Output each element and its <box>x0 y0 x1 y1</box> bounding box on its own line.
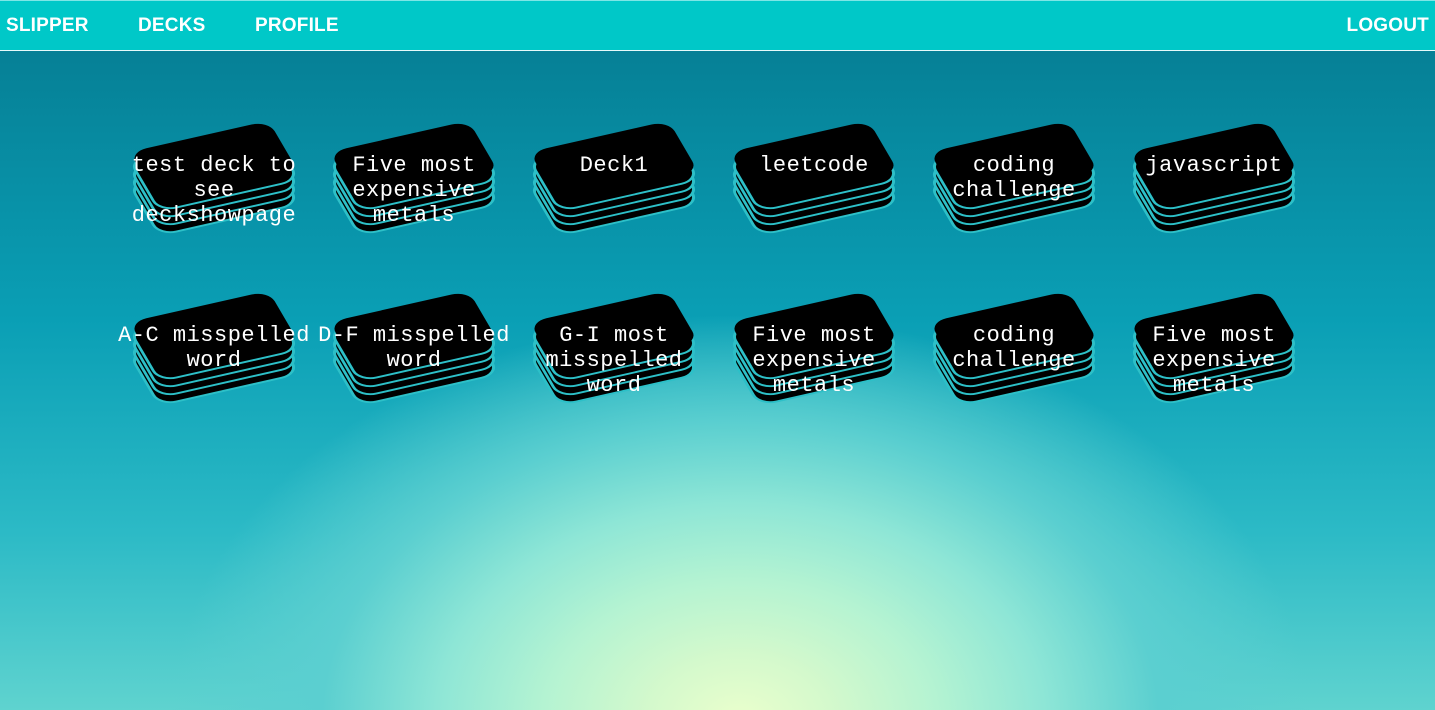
deck-title: javascript <box>1145 153 1283 178</box>
deck-title: coding challenge <box>952 323 1076 373</box>
deck-card[interactable]: javascript <box>1118 104 1310 254</box>
deck-card[interactable]: Five most expensive metals <box>318 104 510 254</box>
deck-title: coding challenge <box>952 153 1076 203</box>
deck-stack-icon <box>732 123 896 234</box>
deck-title: Five most expensive metals <box>1152 323 1276 398</box>
deck-grid: test deck to see deckshowpage Five most e… <box>0 0 1435 710</box>
deck-title: Five most expensive metals <box>352 153 476 228</box>
deck-card[interactable]: test deck to see deckshowpage <box>118 104 310 254</box>
deck-stack-icon <box>532 123 696 234</box>
deck-stack-icon <box>1132 123 1296 234</box>
deck-card[interactable]: coding challenge <box>918 274 1110 424</box>
deck-card[interactable]: G-I most misspelled word <box>518 274 710 424</box>
deck-title: Five most expensive metals <box>752 323 876 398</box>
deck-title: leetcode <box>759 153 869 178</box>
deck-card[interactable]: D-F misspelled word <box>318 274 510 424</box>
deck-title: A-C misspelled word <box>118 323 310 373</box>
deck-title: Deck1 <box>579 153 649 178</box>
deck-card[interactable]: Five most expensive metals <box>1118 274 1310 424</box>
deck-title: G-I most misspelled word <box>545 323 683 398</box>
deck-title: test deck to see deckshowpage <box>131 153 297 228</box>
deck-card[interactable]: Five most expensive metals <box>718 274 910 424</box>
deck-card[interactable]: Deck1 <box>518 104 710 254</box>
deck-title: D-F misspelled word <box>318 323 510 373</box>
deck-card[interactable]: coding challenge <box>918 104 1110 254</box>
deck-card[interactable]: leetcode <box>718 104 910 254</box>
deck-card[interactable]: A-C misspelled word <box>118 274 310 424</box>
